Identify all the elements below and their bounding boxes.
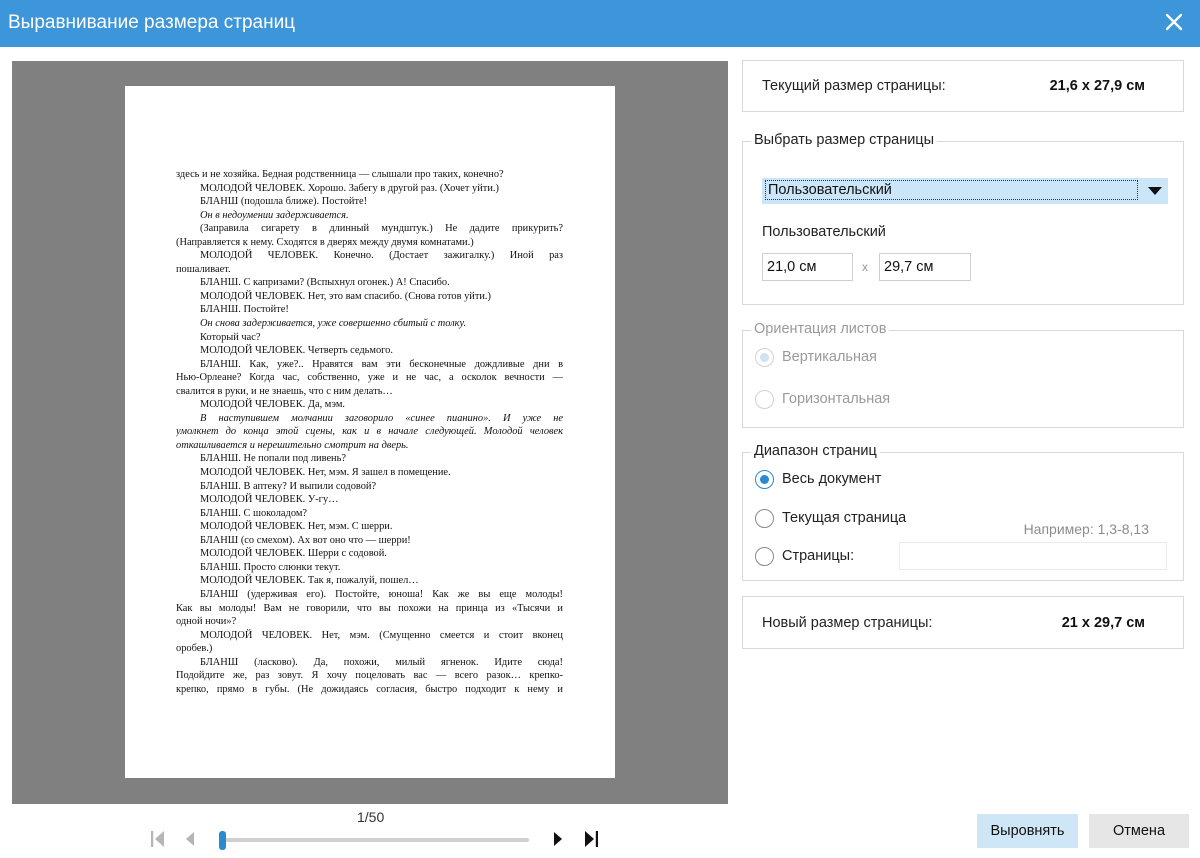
new-size-label: Новый размер страницы:: [762, 615, 933, 631]
new-size-panel: Новый размер страницы: 21 x 29,7 см: [742, 596, 1184, 649]
document-line: БЛАНШ. Постойте!: [200, 304, 289, 316]
page-slider-thumb[interactable]: [219, 831, 226, 850]
apply-button[interactable]: Выровнять: [977, 814, 1078, 848]
current-page-radio[interactable]: [755, 509, 774, 528]
document-line: Который час?: [200, 331, 261, 343]
document-line: БЛАНШ. Как, уже?.. Нравятся вам эти беск…: [200, 358, 563, 370]
document-line: МОЛОДОЙ ЧЕЛОВЕК. У-гу…: [200, 494, 339, 506]
document-line: Он снова задерживается, уже совершенно с…: [200, 318, 467, 330]
page-text: здесь и не хозяйка. Бедная родственница …: [176, 168, 563, 696]
dialog-title: Выравнивание размера страниц: [8, 12, 296, 33]
first-page-icon[interactable]: [148, 828, 168, 850]
last-page-icon[interactable]: [581, 828, 601, 850]
document-line: МОЛОДОЙ ЧЕЛОВЕК. Хорошо. Забегу в другой…: [200, 182, 499, 194]
orientation-legend: Ориентация листов: [751, 321, 890, 337]
page-size-selected: Пользовательский: [765, 180, 1138, 200]
new-size-value: 21 x 29,7 см: [1061, 615, 1145, 631]
current-size-label: Текущий размер страницы:: [762, 78, 946, 94]
document-line: В наступившем молчании заговорило «синее…: [200, 412, 563, 424]
pages-label: Страницы:: [782, 548, 855, 564]
document-line: оробев.): [176, 643, 213, 655]
document-line: одной ночи»?: [176, 616, 237, 628]
document-line: пошаливает.: [176, 263, 231, 275]
previous-page-icon[interactable]: [180, 828, 200, 850]
document-line: Как вы молоды! Вам не говорили, что вы п…: [176, 602, 563, 614]
document-line: МОЛОДОЙ ЧЕЛОВЕК. Четверть седьмого.: [200, 345, 393, 357]
page-navigation: 1/50: [140, 806, 610, 856]
pages-radio[interactable]: [755, 547, 774, 566]
page-range-fieldset: Диапазон страниц Весь документ Текущая с…: [742, 443, 1184, 581]
document-line: МОЛОДОЙ ЧЕЛОВЕК. Нет, мэм. (Смущенно сме…: [200, 629, 563, 641]
document-line: (Заправила сигарету в длинный мундштук.)…: [200, 223, 563, 235]
document-line: БЛАНШ (подошла ближе). Постойте!: [200, 196, 368, 208]
document-line: МОЛОДОЙ ЧЕЛОВЕК. Так я, пожалуй, пошел…: [200, 575, 419, 587]
document-line: (Направляется к нему. Сходятся в дверях …: [176, 236, 474, 248]
document-line: умолкнет до конца этой сцены, как и в на…: [176, 426, 563, 438]
page-size-legend: Выбрать размер страницы: [751, 132, 938, 148]
document-line: МОЛОДОЙ ЧЕЛОВЕК. Нет, это вам спасибо. (…: [200, 290, 491, 302]
title-bar: Выравнивание размера страниц: [0, 0, 1200, 47]
orientation-fieldset: Ориентация листов Вертикальная Горизонта…: [742, 321, 1184, 428]
document-line: МОЛОДОЙ ЧЕЛОВЕК. Да, мэм.: [200, 399, 346, 411]
document-line: свалится в руки, и не знаешь, что с ним …: [176, 385, 393, 397]
chevron-down-icon[interactable]: [1148, 187, 1162, 195]
document-line: МОЛОДОЙ ЧЕЛОВЕК. Нет, мэм. Я зашел в пом…: [200, 467, 451, 479]
range-hint: Например: 1,3-8,13: [1023, 521, 1149, 537]
pages-input[interactable]: [899, 542, 1167, 570]
size-separator: x: [862, 260, 868, 274]
document-line: БЛАНШ. С капризами? (Вспыхнул огонек.) А…: [200, 277, 450, 289]
document-line: здесь и не хозяйка. Бедная родственница …: [176, 169, 504, 180]
page-range-legend: Диапазон страниц: [751, 443, 880, 459]
document-line: крепко, прямо в губы. (Не дожидаясь согл…: [176, 683, 563, 695]
document-line: Нью-Орлеане? Когда час, собственно, уже …: [176, 372, 563, 384]
document-line: Подойдите же, раз зовут. Я хочу поцелова…: [176, 670, 563, 682]
document-line: МОЛОДОЙ ЧЕЛОВЕК. Нет, мэм. С шерри.: [200, 521, 393, 533]
document-line: БЛАНШ (со смехом). Ах вот оно что — шерр…: [200, 534, 411, 546]
document-line: Он в недоумении задерживается.: [200, 209, 349, 221]
document-line: БЛАНШ (ласково). Да, похожи, милый ягнен…: [200, 656, 563, 668]
height-input[interactable]: 29,7 см: [879, 253, 971, 281]
page-size-fieldset: Выбрать размер страницы Пользовательский…: [742, 132, 1184, 305]
document-line: БЛАНШ. Не попали под ливень?: [200, 453, 346, 465]
close-icon[interactable]: [1162, 10, 1186, 34]
document-line: БЛАНШ. Просто слюнки текут.: [200, 561, 341, 573]
document-line: БЛАНШ (удерживая его). Постойте, юноша! …: [200, 588, 563, 600]
portrait-radio[interactable]: [755, 348, 774, 367]
document-page: здесь и не хозяйка. Бедная родственница …: [125, 86, 615, 778]
all-pages-radio[interactable]: [755, 470, 774, 489]
landscape-label: Горизонтальная: [782, 391, 891, 407]
page-indicator: 1/50: [357, 809, 385, 825]
current-page-label: Текущая страница: [782, 510, 907, 526]
portrait-label: Вертикальная: [782, 349, 877, 365]
document-line: откашливается и нерешительно смотрит на …: [176, 439, 409, 451]
page-size-select[interactable]: Пользовательский: [762, 178, 1168, 204]
document-line: БЛАНШ. В аптеку? И выпили содовой?: [200, 480, 377, 492]
custom-size-label: Пользовательский: [762, 224, 886, 240]
document-line: МОЛОДОЙ ЧЕЛОВЕК. Шерри с содовой.: [200, 548, 387, 560]
cancel-button[interactable]: Отмена: [1089, 814, 1189, 848]
current-size-panel: Текущий размер страницы: 21,6 x 27,9 см: [742, 60, 1184, 112]
document-line: БЛАНШ. С шоколадом?: [200, 507, 308, 519]
landscape-radio[interactable]: [755, 390, 774, 409]
next-page-icon[interactable]: [548, 828, 568, 850]
page-slider-track[interactable]: [224, 838, 529, 842]
width-input[interactable]: 21,0 см: [762, 253, 853, 281]
all-pages-label: Весь документ: [782, 471, 882, 487]
document-line: МОЛОДОЙ ЧЕЛОВЕК. Конечно. (Достает зажиг…: [200, 250, 563, 262]
page-preview: здесь и не хозяйка. Бедная родственница …: [12, 61, 728, 804]
current-size-value: 21,6 x 27,9 см: [1049, 78, 1145, 94]
